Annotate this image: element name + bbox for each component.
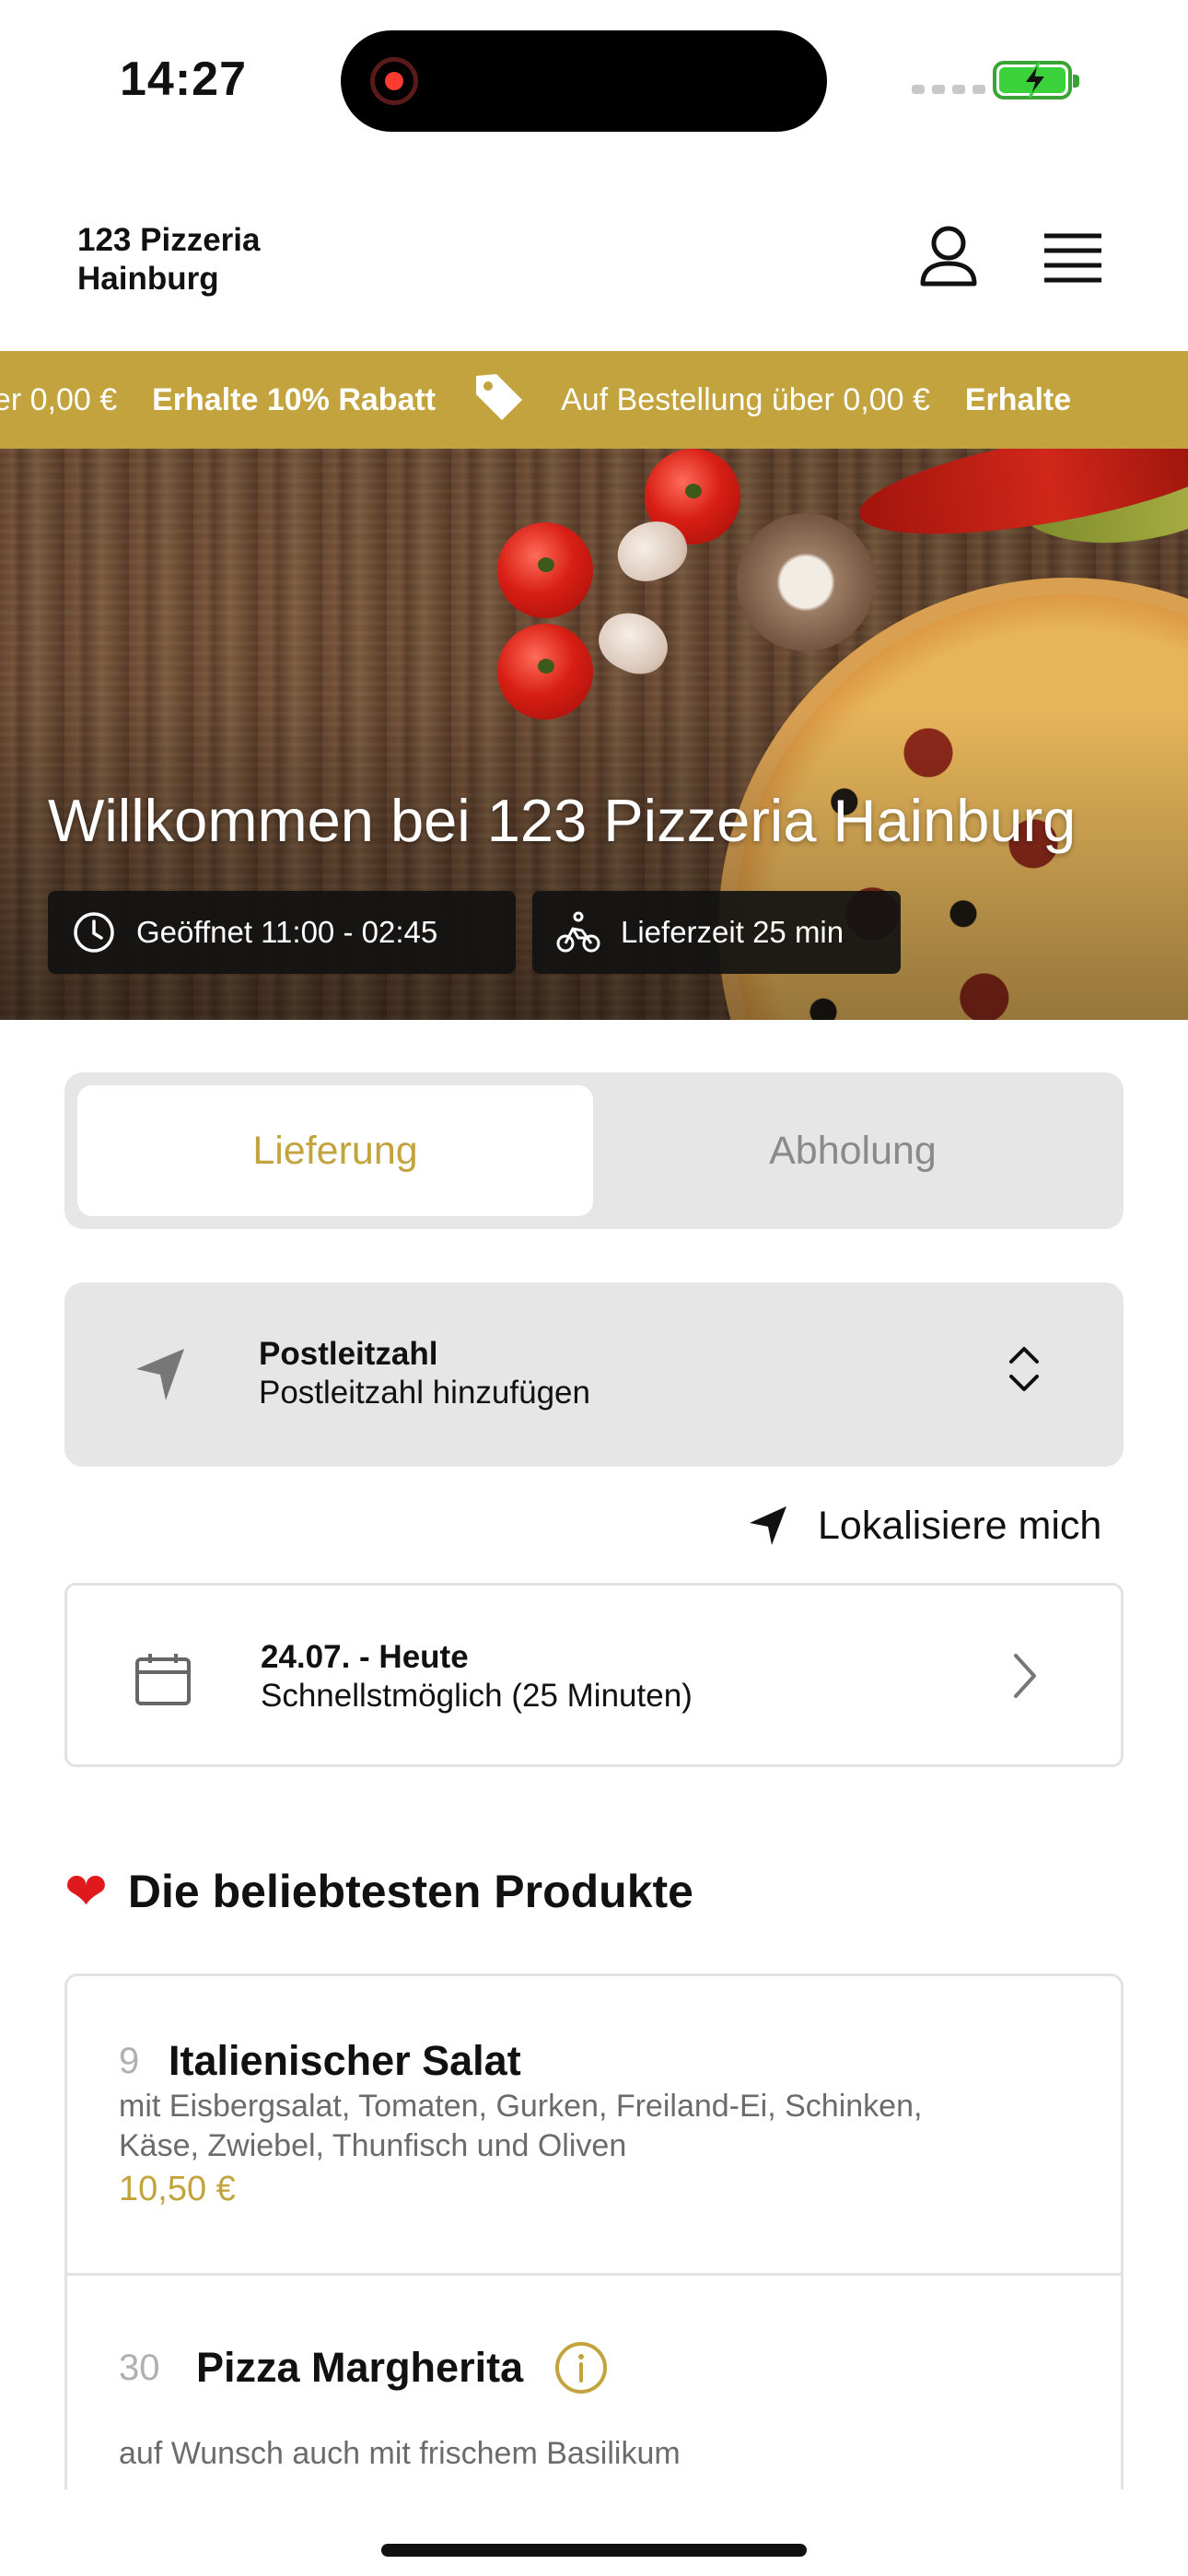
home-indicator[interactable] — [381, 2544, 807, 2557]
location-arrow-icon — [136, 1349, 184, 1400]
product-description-line: Käse, Zwiebel, Thunfisch und Oliven — [119, 2128, 627, 2163]
product-description: auf Wunsch auch mit frischem Basilikum — [119, 2434, 681, 2474]
product-card[interactable]: 30 Pizza Margherita auf Wunsch auch mit … — [67, 2276, 1121, 2489]
product-list: 9 Italienischer Salat mit Eisbergsalat, … — [64, 1973, 1124, 2489]
hero-image-garlic — [609, 511, 695, 591]
hero-title: Willkommen bei 123 Pizzeria Hainburg — [48, 787, 1077, 854]
status-time: 14:27 — [120, 53, 247, 106]
product-number: 9 — [119, 2041, 140, 2081]
dynamic-island — [341, 30, 827, 132]
product-card[interactable]: 9 Italienischer Salat mit Eisbergsalat, … — [67, 1976, 1121, 2276]
delivery-date: 24.07. - Heute — [261, 1639, 469, 1675]
tab-delivery[interactable]: Lieferung — [77, 1085, 593, 1216]
promo-text: Erhalte 10% Rabatt — [152, 381, 437, 417]
opening-hours-text: Geöffnet 11:00 - 02:45 — [136, 915, 438, 949]
hero-image-chili — [852, 449, 1188, 556]
hero-banner: Willkommen bei 123 Pizzeria Hainburg Geö… — [0, 449, 1188, 1020]
hero-image-tomato — [497, 522, 593, 618]
account-button[interactable] — [912, 221, 985, 295]
battery-charging-icon — [993, 61, 1079, 100]
delivery-time-select[interactable]: 24.07. - Heute Schnellstmöglich (25 Minu… — [64, 1583, 1124, 1767]
tab-pickup[interactable]: Abholung — [595, 1085, 1111, 1216]
product-description-line: mit Eisbergsalat, Tomaten, Gurken, Freil… — [119, 2089, 923, 2124]
popular-products-heading: ❤ Die beliebtesten Produkte — [64, 1865, 693, 1918]
brand-line-2: Hainburg — [77, 261, 219, 297]
hero-image-tomato — [645, 449, 740, 544]
signal-icon — [912, 85, 985, 94]
calendar-icon — [135, 1654, 191, 1705]
info-icon[interactable] — [553, 2340, 609, 2395]
recording-indicator-icon — [370, 57, 418, 105]
product-number: 30 — [119, 2348, 160, 2388]
product-description-line: auf Wunsch auch mit frischem Basilikum — [119, 2436, 681, 2471]
heart-icon: ❤ — [64, 1862, 108, 1920]
bike-courier-icon — [556, 911, 600, 953]
opening-hours-badge: Geöffnet 11:00 - 02:45 — [48, 891, 516, 974]
hero-image-mushroom — [737, 513, 875, 651]
hero-image-tomato — [497, 624, 593, 720]
hamburger-menu-icon — [1044, 233, 1101, 283]
promo-track: ber 0,00 € Erhalte 10% Rabatt Auf Bestel… — [0, 351, 1106, 449]
brand-line-1: 123 Pizzeria — [77, 222, 261, 258]
location-arrow-icon — [750, 1506, 786, 1545]
promo-text: ber 0,00 € — [0, 381, 118, 417]
user-icon — [920, 226, 977, 287]
product-description: mit Eisbergsalat, Tomaten, Gurken, Freil… — [119, 2087, 922, 2166]
menu-button[interactable] — [1041, 230, 1105, 286]
clock-icon — [74, 912, 114, 953]
delivery-time-badge: Lieferzeit 25 min — [532, 891, 901, 974]
hero-image-garlic — [589, 602, 678, 685]
chevron-right-icon — [1014, 1654, 1036, 1698]
postal-code-value: Postleitzahl hinzufügen — [259, 1375, 590, 1411]
promo-text: Auf Bestellung über 0,00 € — [561, 381, 930, 417]
locate-me-button[interactable]: Lokalisiere mich — [748, 1498, 1101, 1553]
locate-me-label: Lokalisiere mich — [818, 1503, 1102, 1548]
postal-code-select[interactable]: Postleitzahl Postleitzahl hinzufügen — [64, 1282, 1124, 1467]
chevron-up-down-icon — [1009, 1347, 1039, 1391]
product-name: Pizza Margherita — [196, 2344, 524, 2391]
postal-code-label: Postleitzahl — [259, 1336, 438, 1372]
product-name: Italienischer Salat — [169, 2037, 521, 2084]
delivery-time-value: Schnellstmöglich (25 Minuten) — [261, 1678, 693, 1714]
popular-products-title: Die beliebtesten Produkte — [127, 1866, 693, 1917]
order-mode-toggle: Lieferung Abholung — [64, 1072, 1124, 1229]
brand-name[interactable]: 123 Pizzeria Hainburg — [77, 221, 260, 299]
hero-image-pepper — [1006, 449, 1188, 557]
product-price: 10,50 € — [119, 2170, 236, 2208]
status-bar: 14:27 — [0, 0, 1188, 166]
promo-banner: ber 0,00 € Erhalte 10% Rabatt Auf Bestel… — [0, 351, 1188, 449]
promo-text: Erhalte — [964, 381, 1072, 417]
delivery-time-text: Lieferzeit 25 min — [621, 915, 844, 949]
price-tag-icon — [471, 369, 526, 432]
app-header: 123 Pizzeria Hainburg — [0, 175, 1188, 350]
